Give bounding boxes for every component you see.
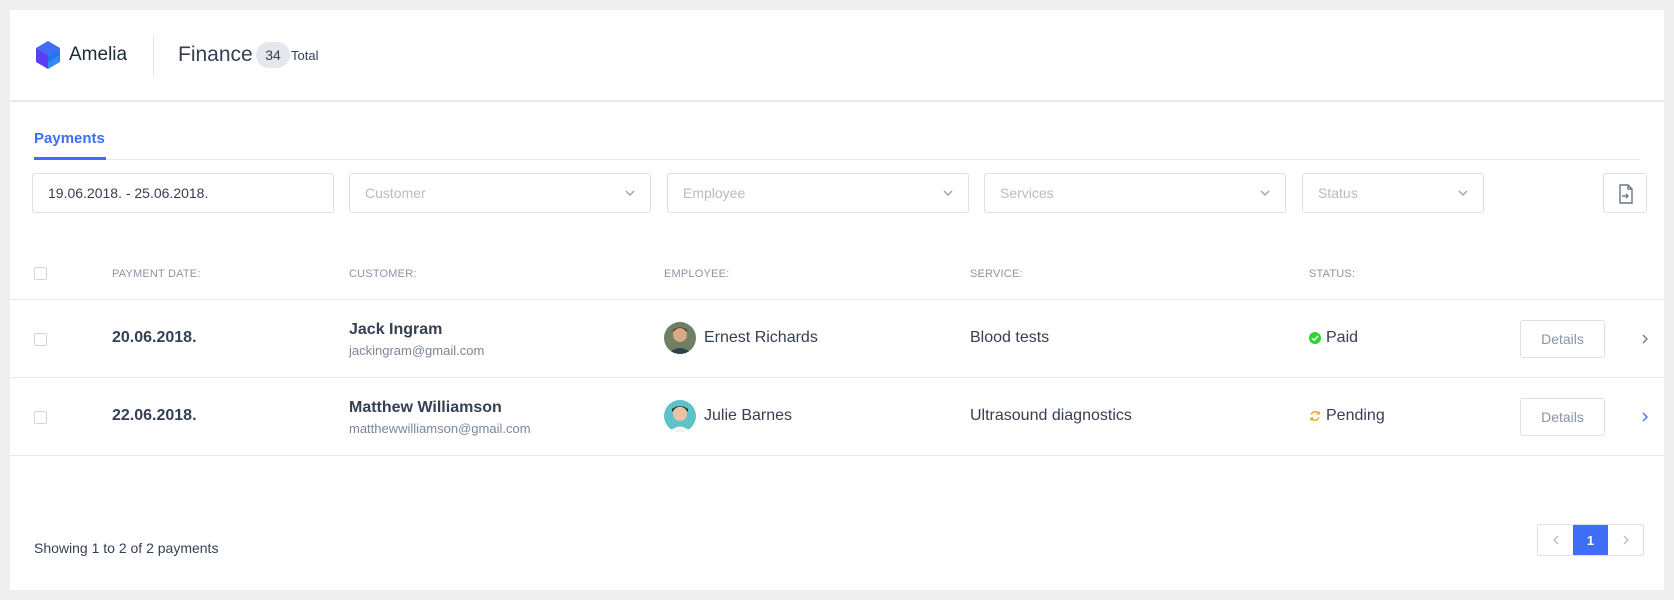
- status-select-placeholder: Status: [1318, 185, 1358, 201]
- status-badge: Pending: [1326, 407, 1385, 424]
- payment-date: 22.06.2018.: [112, 407, 197, 424]
- avatar: [664, 400, 696, 432]
- customer-select-placeholder: Customer: [365, 185, 426, 201]
- chevron-right-icon: [1623, 535, 1629, 545]
- chevron-right-icon[interactable]: [1640, 412, 1650, 422]
- select-all-checkbox[interactable]: [34, 267, 47, 280]
- chevron-down-icon: [1458, 190, 1468, 196]
- page-title: Finance: [178, 43, 253, 66]
- header-status: STATUS:: [1309, 268, 1356, 280]
- next-page-button[interactable]: [1608, 525, 1643, 555]
- table-header: PAYMENT DATE: CUSTOMER: EMPLOYEE: SERVIC…: [10, 250, 1664, 300]
- date-range-value: 19.06.2018. - 25.06.2018.: [48, 185, 209, 201]
- services-select[interactable]: Services: [984, 173, 1286, 213]
- employee-select[interactable]: Employee: [667, 173, 969, 213]
- service-name: Blood tests: [970, 329, 1050, 346]
- employee-select-placeholder: Employee: [683, 185, 746, 201]
- check-circle-icon: [1309, 332, 1321, 344]
- refresh-icon: [1309, 411, 1321, 421]
- details-button[interactable]: Details: [1520, 320, 1605, 358]
- customer-select[interactable]: Customer: [349, 173, 651, 213]
- header-employee: EMPLOYEE:: [664, 268, 730, 280]
- chevron-left-icon: [1552, 535, 1558, 545]
- chevron-right-icon[interactable]: [1640, 334, 1650, 344]
- header-payment-date: PAYMENT DATE:: [112, 268, 201, 280]
- brand-name: Amelia: [69, 44, 128, 65]
- export-button[interactable]: [1603, 173, 1647, 213]
- customer-email: jackingram@gmail.com: [349, 343, 485, 358]
- chevron-down-icon: [1260, 190, 1270, 196]
- customer-name: Matthew Williamson: [349, 399, 502, 416]
- customer-email: matthewwilliamson@gmail.com: [349, 421, 531, 436]
- service-name: Ultrasound diagnostics: [970, 407, 1132, 424]
- date-range-input[interactable]: 19.06.2018. - 25.06.2018.: [32, 173, 334, 213]
- customer-name: Jack Ingram: [349, 321, 443, 338]
- tab-bar: Payments: [34, 110, 1640, 160]
- amelia-logo-icon: [36, 41, 60, 69]
- employee-name: Julie Barnes: [704, 407, 793, 424]
- pagination-summary: Showing 1 to 2 of 2 payments: [34, 540, 219, 556]
- active-tab-indicator: [34, 157, 106, 160]
- header: Amelia Finance 34 Total: [10, 10, 1664, 102]
- tab-payments[interactable]: Payments: [34, 130, 105, 160]
- row-checkbox[interactable]: [34, 333, 47, 346]
- services-select-placeholder: Services: [1000, 185, 1054, 201]
- status-badge: Paid: [1326, 329, 1359, 346]
- export-file-icon: [1619, 184, 1633, 204]
- avatar: [664, 322, 696, 354]
- chevron-down-icon: [625, 190, 635, 196]
- header-customer: CUSTOMER:: [349, 268, 417, 280]
- prev-page-button[interactable]: [1538, 525, 1573, 555]
- app-window: Amelia Finance 34 Total Payments 19.06.2…: [10, 10, 1664, 590]
- total-count-badge: 34: [256, 42, 290, 68]
- pagination: 1: [1537, 524, 1644, 556]
- total-count-label: Total: [291, 48, 319, 63]
- header-divider: [153, 36, 154, 76]
- payment-date: 20.06.2018.: [112, 329, 197, 346]
- details-button[interactable]: Details: [1520, 398, 1605, 436]
- chevron-down-icon: [943, 190, 953, 196]
- row-checkbox[interactable]: [34, 411, 47, 424]
- employee-name: Ernest Richards: [704, 329, 818, 346]
- table-row[interactable]: 22.06.2018. Matthew Williamson matthewwi…: [10, 379, 1664, 456]
- status-select[interactable]: Status: [1302, 173, 1484, 213]
- page-button-current[interactable]: 1: [1573, 525, 1608, 555]
- table-row[interactable]: 20.06.2018. Jack Ingram jackingram@gmail…: [10, 301, 1664, 378]
- header-service: SERVICE:: [970, 268, 1023, 280]
